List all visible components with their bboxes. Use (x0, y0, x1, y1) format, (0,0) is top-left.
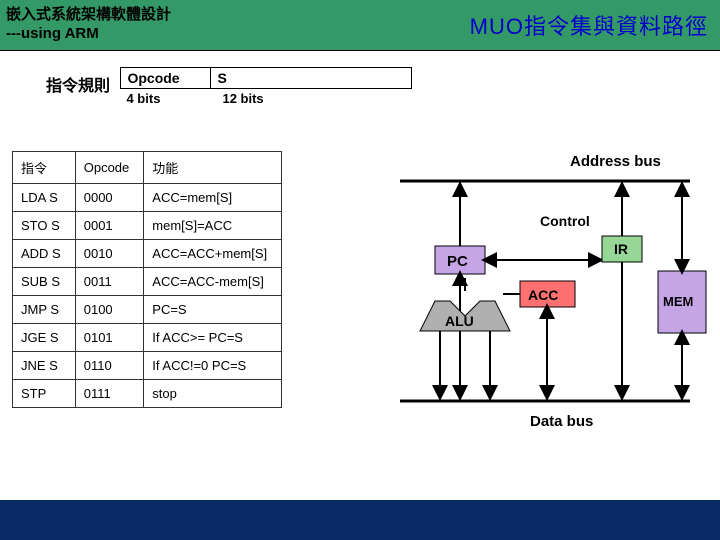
cell-instr: STO S (13, 212, 76, 240)
field-s-bits: 12 bits (216, 91, 412, 106)
cell-opcode: 0010 (75, 240, 144, 268)
table-row: LDA S 0000 ACC=mem[S] (13, 184, 282, 212)
table-row: 指令 Opcode 功能 (13, 152, 282, 184)
cell-opcode: 0011 (75, 268, 144, 296)
instruction-table: 指令 Opcode 功能 LDA S 0000 ACC=mem[S] STO S… (12, 151, 282, 408)
cell-instr: ADD S (13, 240, 76, 268)
slide-footer (0, 500, 720, 540)
table-row: ADD S 0010 ACC=ACC+mem[S] (13, 240, 282, 268)
cell-func: PC=S (144, 296, 282, 324)
cell-instr: SUB S (13, 268, 76, 296)
slide-body: 指令規則 Opcode S 4 bits 12 bits 指令 Opcode 功… (0, 51, 720, 501)
block-acc: ACC (528, 287, 558, 303)
cell-func: If ACC>= PC=S (144, 324, 282, 352)
block-mem: MEM (663, 294, 693, 309)
cell-instr: JNE S (13, 352, 76, 380)
cell-instr: STP (13, 380, 76, 408)
cell-func: ACC=mem[S] (144, 184, 282, 212)
cell-func: stop (144, 380, 282, 408)
block-pc: PC (447, 253, 468, 270)
col-instr: 指令 (13, 152, 76, 184)
cell-opcode: 0110 (75, 352, 144, 380)
cell-opcode: 0001 (75, 212, 144, 240)
label-data-bus: Data bus (530, 413, 593, 430)
table-row: JNE S 0110 If ACC!=0 PC=S (13, 352, 282, 380)
course-title-line1: 嵌入式系統架構軟體設計 (6, 6, 171, 23)
slide-title: MUO指令集與資料路徑 (470, 9, 708, 41)
course-title: 嵌入式系統架構軟體設計 ---using ARM (6, 6, 171, 44)
block-ir: IR (614, 241, 628, 257)
field-s: S (211, 68, 401, 88)
datapath-diagram: Address bus Data bus PC ALU ACC (390, 141, 710, 441)
cell-func: ACC=ACC+mem[S] (144, 240, 282, 268)
block-alu: ALU (445, 313, 474, 329)
label-control: Control (540, 213, 590, 229)
instruction-format: 指令規則 Opcode S 4 bits 12 bits (46, 67, 412, 106)
col-opcode: Opcode (75, 152, 144, 184)
cell-func: mem[S]=ACC (144, 212, 282, 240)
cell-opcode: 0000 (75, 184, 144, 212)
cell-func: If ACC!=0 PC=S (144, 352, 282, 380)
label-address-bus: Address bus (570, 153, 661, 170)
instruction-format-box: Opcode S 4 bits 12 bits (120, 67, 412, 106)
table-row: JGE S 0101 If ACC>= PC=S (13, 324, 282, 352)
slide-header: 嵌入式系統架構軟體設計 ---using ARM MUO指令集與資料路徑 (0, 0, 720, 51)
field-opcode: Opcode (121, 68, 211, 88)
cell-instr: JMP S (13, 296, 76, 324)
field-opcode-bits: 4 bits (120, 91, 216, 106)
col-func: 功能 (144, 152, 282, 184)
instruction-format-label: 指令規則 (46, 72, 110, 96)
cell-instr: LDA S (13, 184, 76, 212)
cell-opcode: 0101 (75, 324, 144, 352)
cell-instr: JGE S (13, 324, 76, 352)
table-row: SUB S 0011 ACC=ACC-mem[S] (13, 268, 282, 296)
table-row: STO S 0001 mem[S]=ACC (13, 212, 282, 240)
cell-func: ACC=ACC-mem[S] (144, 268, 282, 296)
course-title-line2: ---using ARM (6, 25, 99, 42)
cell-opcode: 0111 (75, 380, 144, 408)
table-row: JMP S 0100 PC=S (13, 296, 282, 324)
table-row: STP 0111 stop (13, 380, 282, 408)
cell-opcode: 0100 (75, 296, 144, 324)
